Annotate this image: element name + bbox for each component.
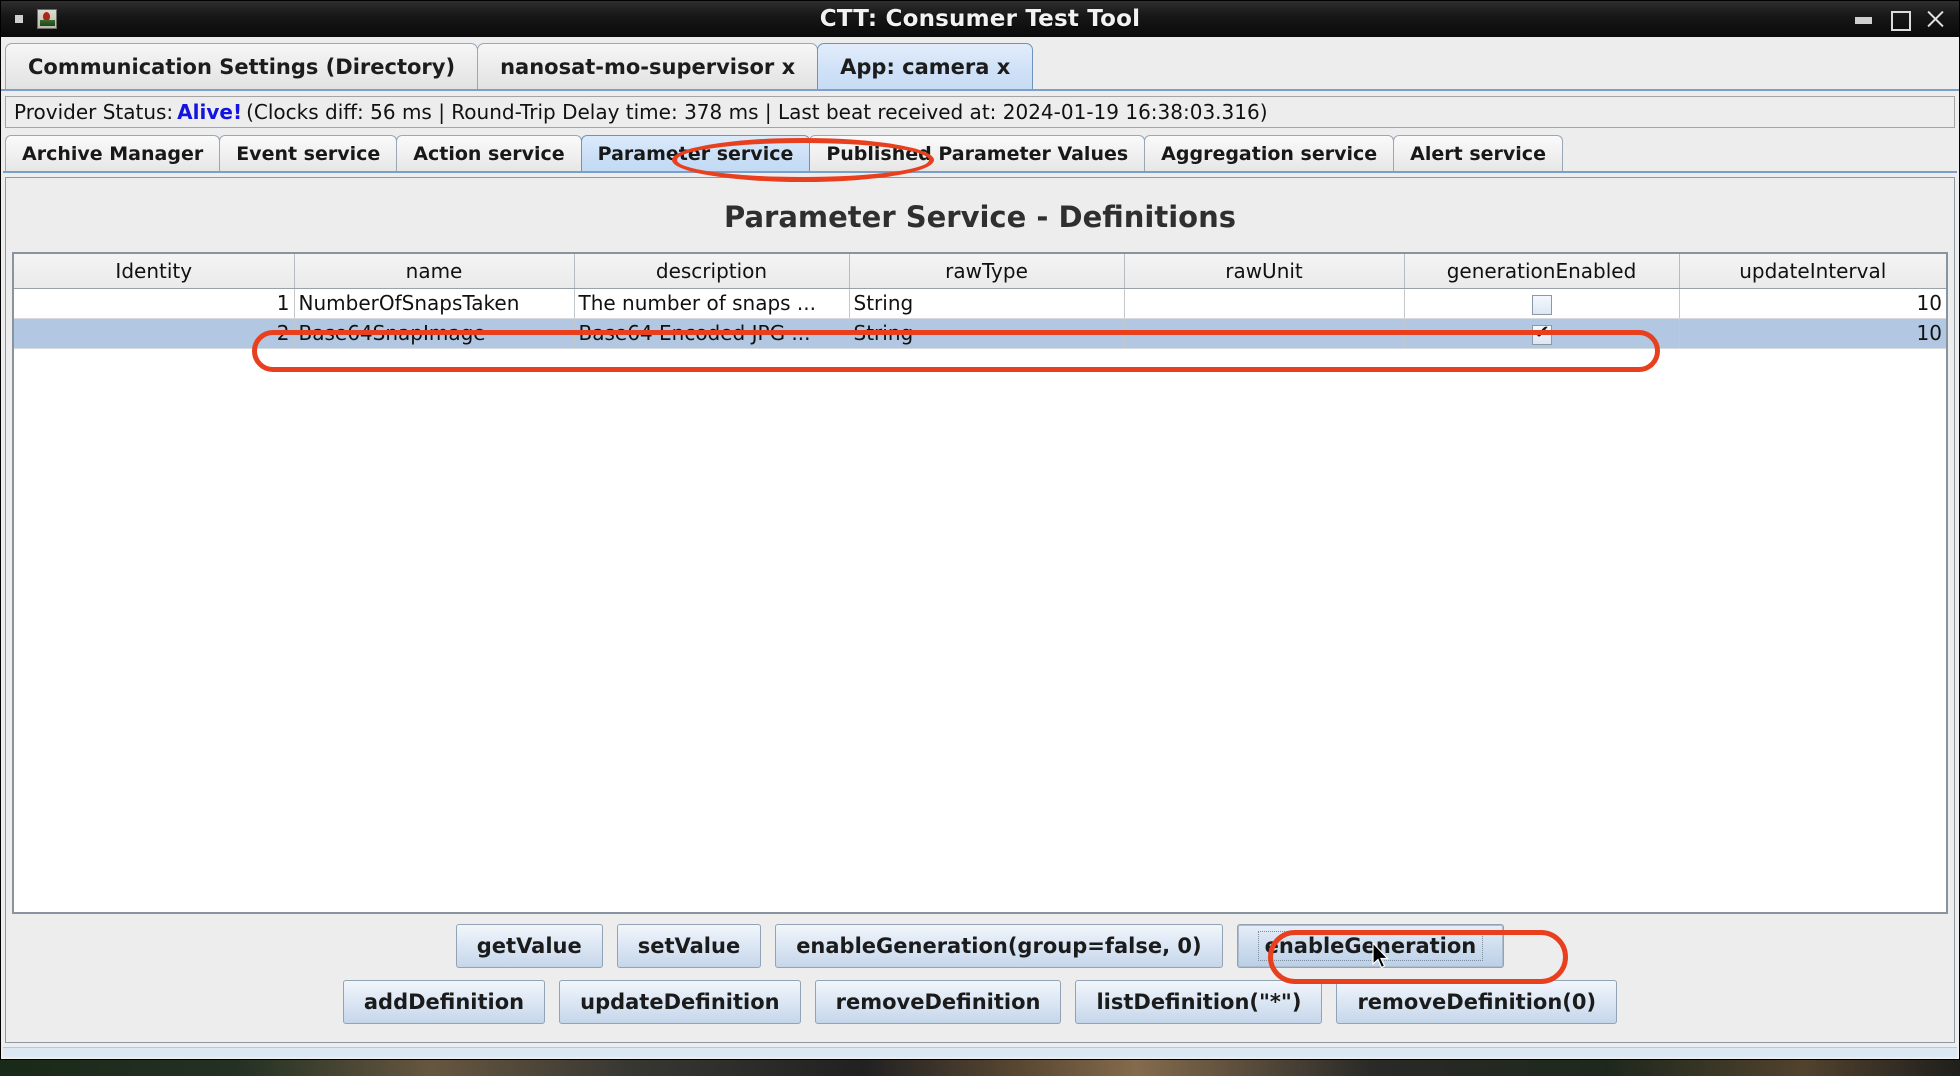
cell-description: The number of snaps ... [574, 288, 850, 319]
service-tab-label: Archive Manager [22, 142, 204, 165]
window-menu-dot[interactable] [15, 15, 23, 23]
service-tab-archive-manager[interactable]: Archive Manager [5, 135, 221, 171]
action-button-row-2: addDefinition updateDefinition removeDef… [6, 980, 1954, 1024]
remove-definition-button[interactable]: removeDefinition [814, 980, 1062, 1024]
service-tab-bar: Archive Manager Event service Action ser… [3, 133, 1957, 173]
service-tab-label: Aggregation service [1161, 142, 1378, 165]
column-header-name[interactable]: name [294, 254, 575, 289]
button-label: removeDefinition(0) [1357, 990, 1597, 1014]
parameter-definitions-table: Identity name description rawType rawUni… [14, 254, 1946, 349]
set-value-button[interactable]: setValue [616, 924, 762, 968]
ctt-main-window: CTT: Consumer Test Tool Communication Se… [0, 0, 1960, 1060]
app-tab-label: App: camera x [840, 54, 1011, 79]
action-button-area: getValue setValue enableGeneration(group… [6, 914, 1954, 1042]
generation-enabled-checkbox[interactable] [1531, 323, 1552, 345]
service-tab-label: Parameter service [597, 142, 794, 165]
table-row[interactable]: 2 Base64SnapImage Base64 Encoded JPG ...… [14, 318, 1946, 349]
cell-name: Base64SnapImage [294, 318, 575, 349]
service-tab-alert-service[interactable]: Alert service [1393, 135, 1563, 171]
provider-status-details: (Clocks diff: 56 ms | Round-Trip Delay t… [246, 100, 1268, 124]
cell-identity: 1 [14, 288, 295, 319]
maximize-icon[interactable] [1889, 9, 1911, 31]
parameter-service-panel: Parameter Service - Definitions Identity… [5, 177, 1955, 1043]
column-header-rawunit[interactable]: rawUnit [1124, 254, 1405, 289]
column-header-rawtype[interactable]: rawType [849, 254, 1125, 289]
action-button-row-1: getValue setValue enableGeneration(group… [6, 924, 1954, 968]
app-tab-label: Communication Settings (Directory) [28, 54, 456, 79]
button-label: removeDefinition [835, 990, 1041, 1014]
cell-identity: 2 [14, 318, 295, 349]
service-tab-label: Action service [413, 142, 565, 165]
update-definition-button[interactable]: updateDefinition [559, 980, 801, 1024]
window-controls [1853, 9, 1959, 31]
cell-rawtype: String [849, 318, 1125, 349]
add-definition-button[interactable]: addDefinition [342, 980, 546, 1024]
enable-generation-button[interactable]: enableGeneration [1236, 924, 1505, 968]
app-tab-nanosat-mo-supervisor[interactable]: nanosat-mo-supervisor x [477, 43, 819, 89]
service-tab-parameter-service[interactable]: Parameter service [580, 135, 811, 171]
cell-description: Base64 Encoded JPG ... [574, 318, 850, 349]
app-icon [37, 9, 57, 29]
app-tab-bar: Communication Settings (Directory) nanos… [1, 37, 1959, 91]
window-title: CTT: Consumer Test Tool [819, 6, 1141, 32]
window-titlebar: CTT: Consumer Test Tool [1, 1, 1959, 37]
generation-enabled-checkbox[interactable] [1531, 294, 1552, 315]
cell-generationenabled[interactable] [1404, 288, 1680, 319]
button-label: addDefinition [363, 990, 525, 1014]
service-tab-label: Event service [236, 142, 381, 165]
button-label: enableGeneration(group=false, 0) [796, 934, 1202, 958]
button-label: updateDefinition [580, 990, 780, 1014]
provider-status-bar: Provider Status: Alive! (Clocks diff: 56… [5, 96, 1955, 128]
table-header-row: Identity name description rawType rawUni… [14, 254, 1946, 289]
button-label: setValue [637, 934, 741, 958]
service-tab-aggregation-service[interactable]: Aggregation service [1144, 135, 1395, 171]
service-tab-action-service[interactable]: Action service [396, 135, 582, 171]
cell-updateinterval: 10 [1679, 318, 1946, 349]
app-tab-app-camera[interactable]: App: camera x [817, 43, 1034, 89]
service-tab-label: Alert service [1410, 142, 1546, 165]
provider-status-value: Alive! [177, 100, 243, 124]
cell-rawunit [1124, 318, 1405, 349]
close-icon[interactable] [1925, 9, 1945, 29]
button-label: enableGeneration [1257, 931, 1484, 961]
page-title: Parameter Service - Definitions [724, 200, 1236, 234]
cell-generationenabled[interactable] [1404, 318, 1680, 349]
button-label: listDefinition("*") [1096, 990, 1302, 1014]
parameter-definitions-table-container[interactable]: Identity name description rawType rawUni… [12, 252, 1948, 914]
table-row[interactable]: 1 NumberOfSnapsTaken The number of snaps… [14, 288, 1946, 319]
column-header-updateinterval[interactable]: updateInterval [1679, 254, 1946, 289]
enable-generation-group-button[interactable]: enableGeneration(group=false, 0) [775, 924, 1223, 968]
app-tab-communication-settings[interactable]: Communication Settings (Directory) [5, 43, 479, 89]
cell-name: NumberOfSnapsTaken [294, 288, 575, 319]
service-tab-event-service[interactable]: Event service [219, 135, 398, 171]
remove-definition-zero-button[interactable]: removeDefinition(0) [1336, 980, 1618, 1024]
window-bottom-bevel [3, 1047, 1957, 1057]
cell-rawunit [1124, 288, 1405, 319]
column-header-description[interactable]: description [574, 254, 850, 289]
service-tab-published-parameter-values[interactable]: Published Parameter Values [809, 135, 1146, 171]
cell-rawtype: String [849, 288, 1125, 319]
column-header-identity[interactable]: Identity [14, 254, 295, 289]
cell-updateinterval: 10 [1679, 288, 1946, 319]
column-header-generationenabled[interactable]: generationEnabled [1404, 254, 1680, 289]
service-tab-label: Published Parameter Values [826, 142, 1129, 165]
minimize-icon[interactable] [1853, 9, 1873, 29]
get-value-button[interactable]: getValue [455, 924, 603, 968]
button-label: getValue [476, 934, 582, 958]
provider-status-label: Provider Status: [14, 100, 174, 124]
list-definition-button[interactable]: listDefinition("*") [1075, 980, 1323, 1024]
app-tab-label: nanosat-mo-supervisor x [500, 54, 796, 79]
